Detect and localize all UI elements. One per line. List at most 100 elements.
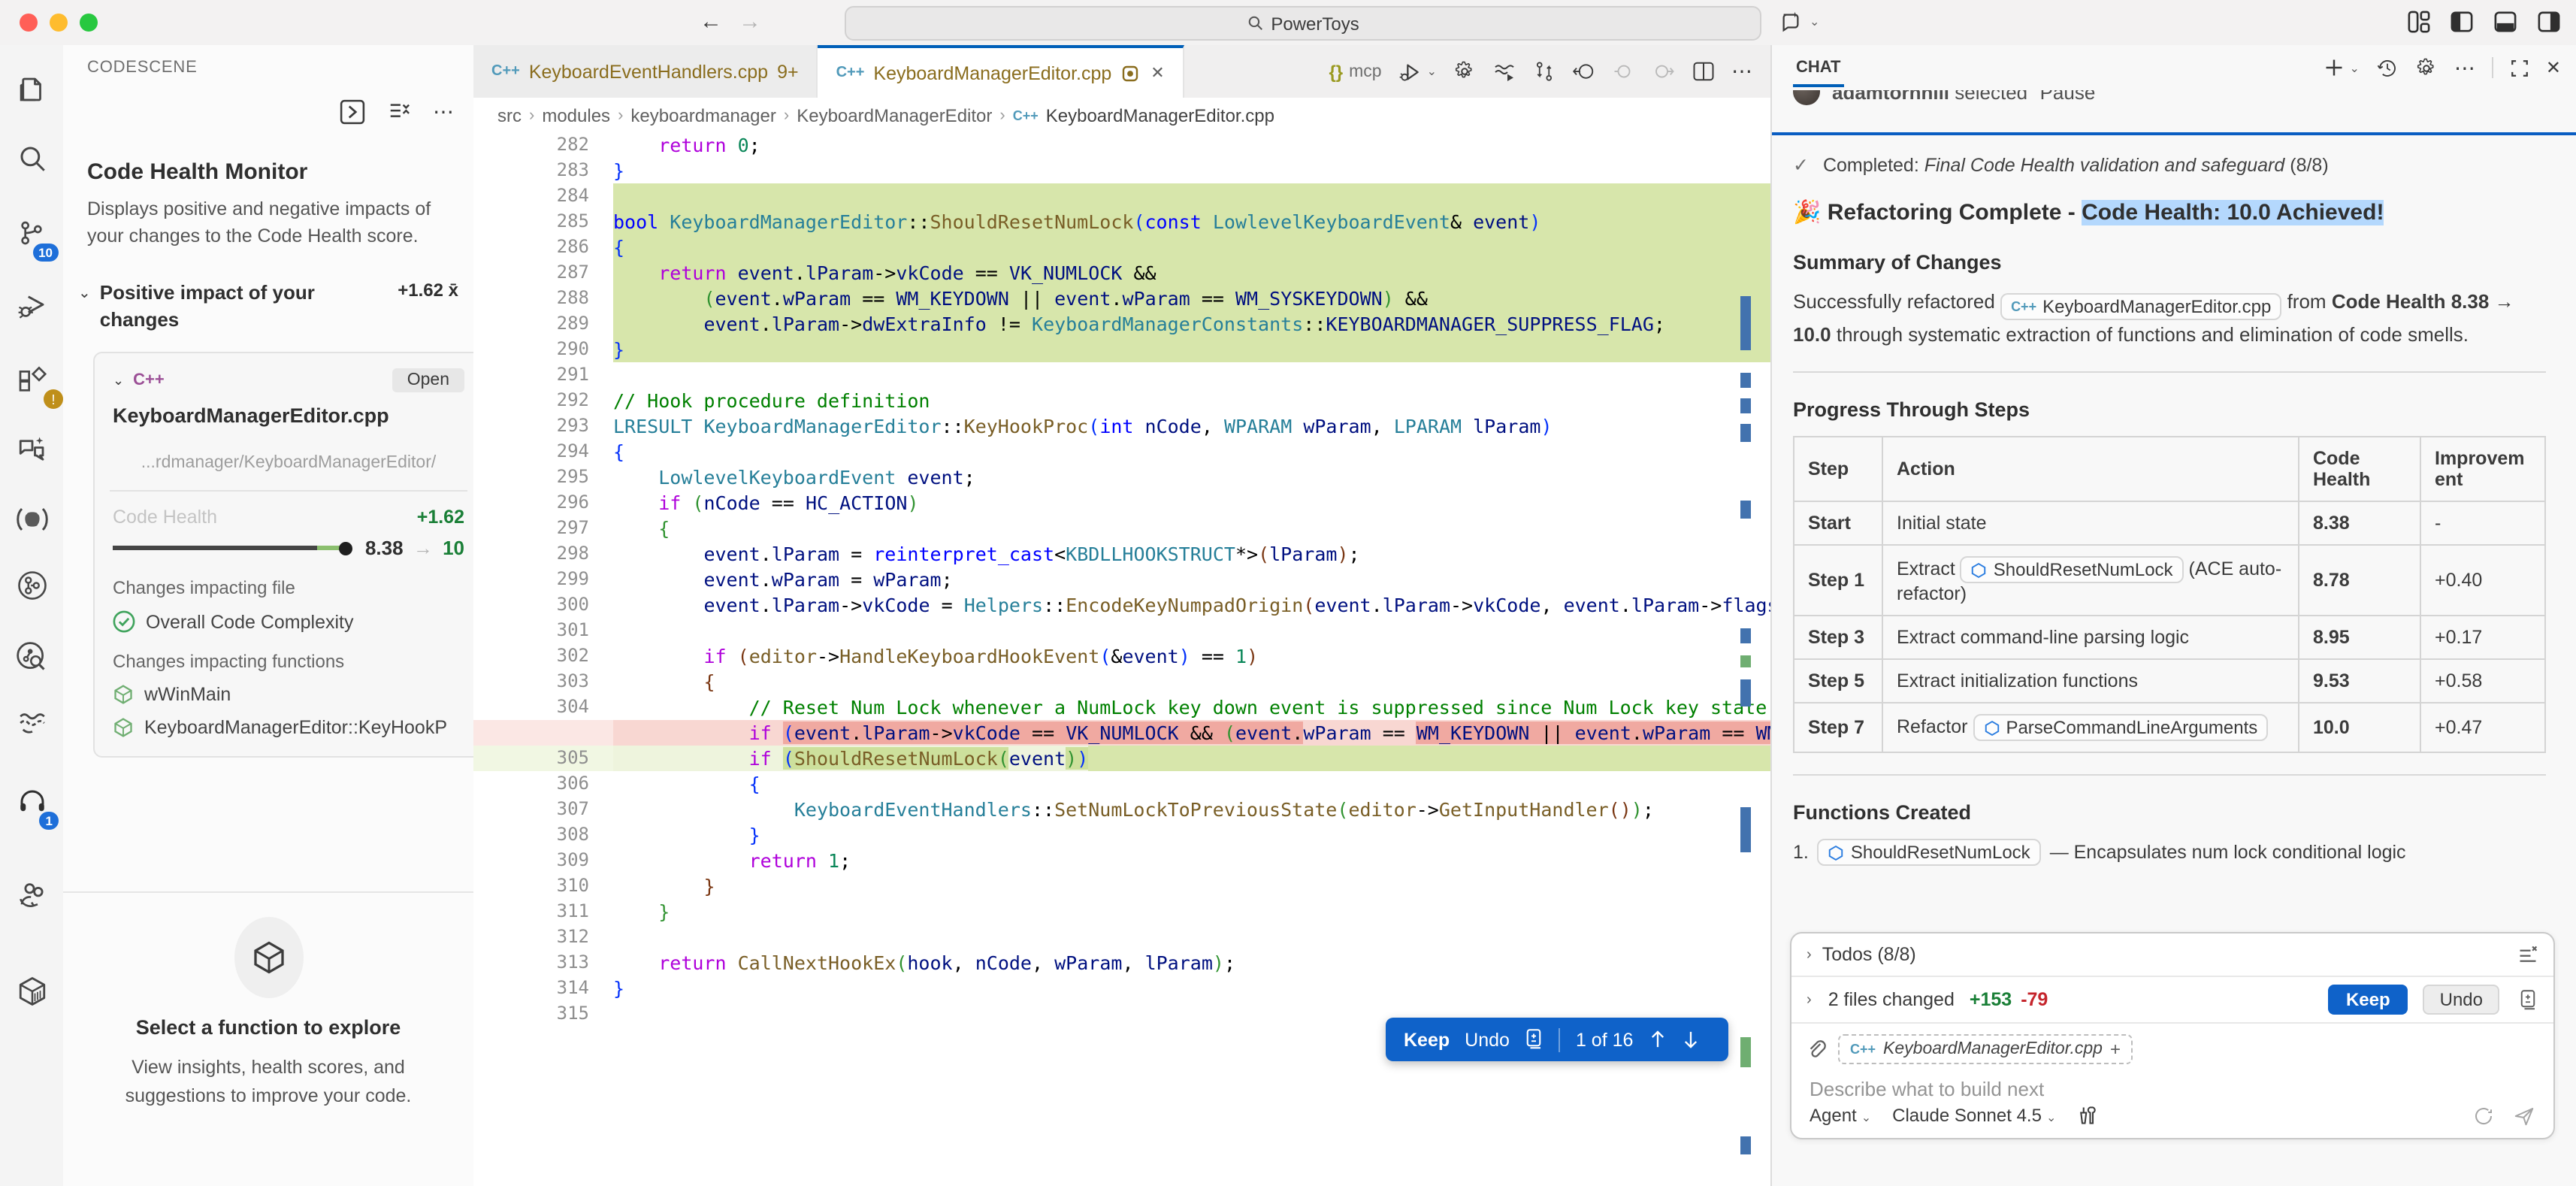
previous-change-icon[interactable] xyxy=(1613,60,1635,83)
fn-impact-item[interactable]: KeyboardManagerEditor::KeyHookP xyxy=(113,717,464,738)
function-chip[interactable]: ParseCommandLineArguments xyxy=(1973,714,2268,741)
code-line[interactable]: 290} xyxy=(473,337,1770,362)
code-line[interactable]: 287 return event.lParam->vkCode == VK_NU… xyxy=(473,260,1770,286)
close-window-button[interactable] xyxy=(20,14,38,32)
customize-layout-icon[interactable] xyxy=(2408,11,2430,33)
minimize-window-button[interactable] xyxy=(50,14,68,32)
code-line[interactable]: 303 { xyxy=(473,669,1770,694)
waves-icon[interactable] xyxy=(0,697,63,749)
tools-icon[interactable] xyxy=(2077,1105,2098,1126)
tab-keyboardeventhandlers[interactable]: C++ KeyboardEventHandlers.cpp 9+ xyxy=(473,45,818,98)
code-line[interactable]: 306 { xyxy=(473,771,1770,797)
toggle-secondary-sidebar-icon[interactable] xyxy=(2537,11,2561,33)
diff-file-icon[interactable] xyxy=(2517,988,2538,1011)
code-line[interactable]: 312 xyxy=(473,924,1770,950)
file-chip[interactable]: C++KeyboardManagerEditor.cpp xyxy=(2000,293,2281,320)
code-line[interactable]: 305 if (ShouldResetNumLock(event)) xyxy=(473,746,1770,771)
breadcrumb-file[interactable]: KeyboardManagerEditor.cpp xyxy=(1046,104,1274,126)
code-line[interactable]: 296 if (nCode == HC_ACTION) xyxy=(473,490,1770,516)
function-chip[interactable]: ShouldResetNumLock xyxy=(1961,556,2184,583)
code-line[interactable]: 309 return 1; xyxy=(473,848,1770,873)
send-icon[interactable] xyxy=(2513,1104,2535,1127)
git-graph-icon[interactable] xyxy=(0,559,63,610)
search-view-icon[interactable] xyxy=(0,132,63,183)
split-editor-icon[interactable] xyxy=(1692,60,1715,83)
tab-keyboardmanagereditor[interactable]: C++ KeyboardManagerEditor.cpp ✕ xyxy=(818,45,1184,99)
code-line[interactable]: 304 // Reset Num Lock whenever a NumLock… xyxy=(473,694,1770,720)
next-change-icon[interactable] xyxy=(1652,60,1676,83)
todos-row[interactable]: › Todos (8/8) xyxy=(1791,933,2553,977)
explorer-icon[interactable] xyxy=(0,63,63,114)
run-debug-icon[interactable] xyxy=(0,280,63,331)
discard-back-icon[interactable] xyxy=(1572,60,1596,83)
code-line[interactable]: 307 KeyboardEventHandlers::SetNumLockToP… xyxy=(473,797,1770,822)
code-line[interactable]: 284 xyxy=(473,183,1770,209)
open-file-button[interactable]: Open xyxy=(392,368,464,392)
code-line[interactable]: 314} xyxy=(473,976,1770,1001)
code-health-slider[interactable] xyxy=(113,546,353,550)
code-line[interactable]: 302 if (editor->HandleKeyboardHookEvent(… xyxy=(473,643,1770,669)
next-arrow-icon[interactable] xyxy=(1681,1030,1699,1049)
breadcrumb-item[interactable]: KeyboardManagerEditor xyxy=(797,104,992,126)
overview-ruler[interactable] xyxy=(1740,132,1752,1186)
send-later-icon[interactable] xyxy=(2472,1104,2495,1127)
code-line[interactable]: 291 xyxy=(473,362,1770,388)
keep-button[interactable]: Keep xyxy=(1404,1029,1450,1050)
code-line[interactable]: 286{ xyxy=(473,234,1770,260)
positive-impact-section-header[interactable]: ⌄ Positive impact of your changes +1.62 … xyxy=(78,280,458,334)
codescene-explore-icon[interactable] xyxy=(0,631,63,682)
undo-button[interactable]: Undo xyxy=(2423,985,2499,1015)
breadcrumb[interactable]: src› modules› keyboardmanager› KeyboardM… xyxy=(473,98,1770,132)
source-control-icon[interactable]: 10 xyxy=(0,207,63,259)
copilot-chat-icon[interactable] xyxy=(0,493,63,544)
model-dropdown[interactable]: Claude Sonnet 4.5⌄ xyxy=(1892,1105,2056,1126)
code-line[interactable]: 283} xyxy=(473,158,1770,183)
support-headset-icon[interactable]: 1 xyxy=(0,776,63,827)
previous-arrow-icon[interactable] xyxy=(1648,1030,1666,1049)
close-tab-icon[interactable]: ✕ xyxy=(1150,63,1164,83)
toggle-primary-sidebar-icon[interactable] xyxy=(2450,11,2474,33)
more-actions-icon[interactable]: ⋯ xyxy=(2454,55,2475,80)
fn-impact-item[interactable]: wWinMain xyxy=(113,684,464,705)
chat-sparkle-icon[interactable] xyxy=(0,424,63,475)
add-context-icon[interactable]: + xyxy=(2110,1039,2121,1060)
files-changed-row[interactable]: › 2 files changed +153 -79 Keep Undo xyxy=(1791,977,2553,1024)
breadcrumb-item[interactable]: src xyxy=(497,104,522,126)
code-line[interactable]: 308 } xyxy=(473,822,1770,848)
paperclip-icon[interactable] xyxy=(1807,1039,1828,1060)
toggle-panel-icon[interactable] xyxy=(2493,11,2517,33)
code-line[interactable]: 311 } xyxy=(473,899,1770,924)
code-line[interactable]: 288 (event.wParam == WM_KEYDOWN || event… xyxy=(473,286,1770,311)
code-line[interactable]: 289 event.lParam->dwExtraInfo != Keyboar… xyxy=(473,311,1770,337)
code-line[interactable]: 295 LowlevelKeyboardEvent event; xyxy=(473,464,1770,490)
more-actions-icon[interactable]: ⋯ xyxy=(1731,59,1752,84)
code-line[interactable]: 293LRESULT KeyboardManagerEditor::KeyHoo… xyxy=(473,413,1770,439)
clear-todos-button[interactable] xyxy=(2517,944,2538,965)
chevron-down-icon[interactable]: ⌄ xyxy=(113,372,124,389)
keep-button[interactable]: Keep xyxy=(2328,985,2408,1015)
diff-file-icon[interactable] xyxy=(1525,1028,1544,1051)
file-health-card[interactable]: ⌄ C++ Open KeyboardManagerEditor.cpp ...… xyxy=(93,352,475,758)
file-impact-item[interactable]: Overall Code Complexity xyxy=(113,610,464,633)
nav-forward-icon[interactable]: → xyxy=(736,9,763,35)
code-line[interactable]: 297 { xyxy=(473,516,1770,541)
breadcrumb-item[interactable]: modules xyxy=(542,104,610,126)
account-sync-icon[interactable] xyxy=(0,869,63,920)
code-line[interactable]: 285bool KeyboardManagerEditor::ShouldRes… xyxy=(473,209,1770,234)
code-line[interactable]: 301 xyxy=(473,618,1770,643)
new-chat-button[interactable]: ⌄ xyxy=(2324,57,2359,78)
code-line[interactable]: 313 return CallNextHookEx(hook, nCode, w… xyxy=(473,950,1770,976)
function-chip[interactable]: ShouldResetNumLock xyxy=(1818,839,2041,866)
settings-gear-icon[interactable] xyxy=(2415,56,2438,79)
copilot-menu-button[interactable]: ⌄ xyxy=(1779,11,1819,33)
close-panel-icon[interactable]: ✕ xyxy=(2546,57,2561,78)
open-panel-button[interactable] xyxy=(340,99,365,125)
compare-changes-icon[interactable] xyxy=(1533,60,1556,83)
agent-mode-dropdown[interactable]: Agent⌄ xyxy=(1810,1105,1871,1126)
code-line[interactable]: if (event.lParam->vkCode == VK_NUMLOCK &… xyxy=(473,720,1770,746)
code-line[interactable]: 299 event.wParam = wParam; xyxy=(473,567,1770,592)
zoom-window-button[interactable] xyxy=(80,14,98,32)
undo-button[interactable]: Undo xyxy=(1465,1029,1510,1050)
nav-back-icon[interactable]: ← xyxy=(697,9,724,35)
code-line[interactable]: 282 return 0; xyxy=(473,132,1770,158)
